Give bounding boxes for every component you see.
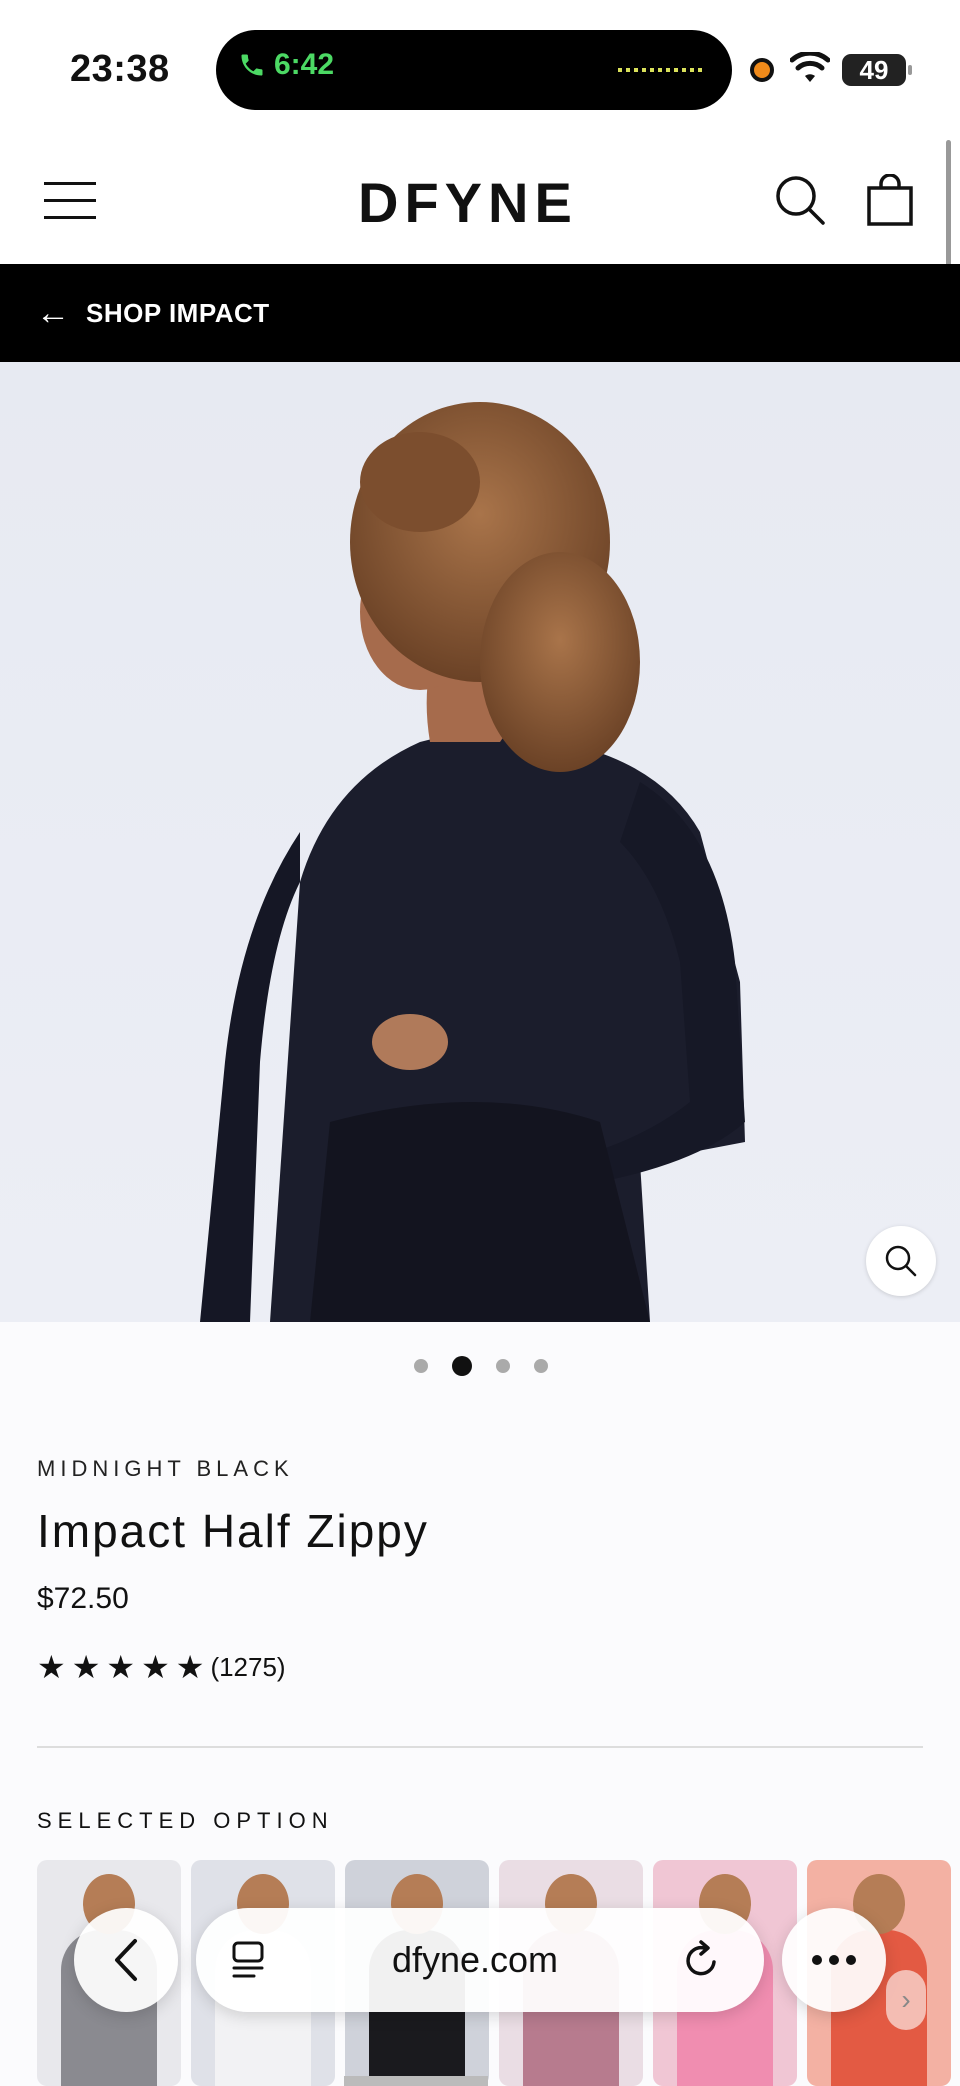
more-options-button[interactable] — [782, 1908, 886, 2012]
site-header: DFYNE — [0, 130, 960, 264]
brand-logo[interactable]: DFYNE — [358, 170, 578, 235]
model-photo — [200, 402, 745, 1322]
clock: 23:38 — [70, 48, 170, 90]
battery-level: 49 — [859, 54, 889, 85]
wifi-icon — [790, 52, 830, 82]
call-duration: 6:42 — [274, 48, 335, 81]
product-variant: MIDNIGHT BLACK — [37, 1456, 294, 1481]
call-indicator[interactable]: 6:42 — [238, 48, 334, 82]
star-icon: ★ — [106, 1649, 136, 1685]
chevron-left-icon — [115, 1939, 137, 1981]
gallery-dot-active[interactable] — [452, 1356, 472, 1376]
star-icon: ★ — [175, 1649, 205, 1685]
recording-indicator-icon — [750, 58, 774, 82]
reload-icon[interactable] — [684, 1940, 720, 1980]
status-bar: 23:38 6:42 49 — [0, 0, 960, 130]
address-bar[interactable]: dfyne.com — [196, 1908, 764, 2012]
more-icon — [812, 1955, 856, 1965]
shop-collection-link[interactable]: ← SHOP IMPACT — [0, 264, 960, 362]
review-count: (1275) — [210, 1651, 286, 1682]
browser-back-button[interactable] — [74, 1908, 178, 2012]
swatch-next-arrow-icon[interactable]: › — [886, 1970, 926, 2030]
bag-icon[interactable] — [866, 174, 914, 226]
star-icon: ★ — [37, 1649, 66, 1685]
gallery-dot[interactable] — [414, 1359, 428, 1373]
tabs-icon — [232, 1941, 264, 1978]
options-heading: SELECTED OPTION — [37, 1808, 334, 1833]
phone-icon — [241, 54, 263, 76]
star-icon: ★ — [71, 1649, 101, 1685]
zoom-button[interactable] — [866, 1226, 936, 1296]
star-icon: ★ — [141, 1649, 170, 1685]
product-rating[interactable]: ★ ★ ★ ★ ★ (1275) — [37, 1648, 286, 1686]
divider — [37, 1746, 923, 1748]
battery-icon: 49 — [842, 54, 912, 86]
hamburger-icon[interactable] — [44, 182, 96, 219]
zoom-icon — [885, 1245, 917, 1277]
search-icon[interactable] — [774, 174, 826, 226]
selected-swatch-indicator — [344, 2076, 488, 2086]
product-price: $72.50 — [37, 1582, 129, 1615]
gallery-dot[interactable] — [496, 1359, 510, 1373]
url-text[interactable]: dfyne.com — [392, 1939, 558, 1981]
gallery-dot[interactable] — [534, 1359, 548, 1373]
product-image[interactable] — [0, 362, 960, 1322]
shop-collection-label: SHOP IMPACT — [86, 297, 270, 328]
product-title: Impact Half Zippy — [37, 1505, 429, 1557]
audio-wave-icon — [618, 68, 704, 72]
arrow-left-icon: ← — [36, 293, 70, 332]
gallery-pagination — [414, 1356, 548, 1376]
